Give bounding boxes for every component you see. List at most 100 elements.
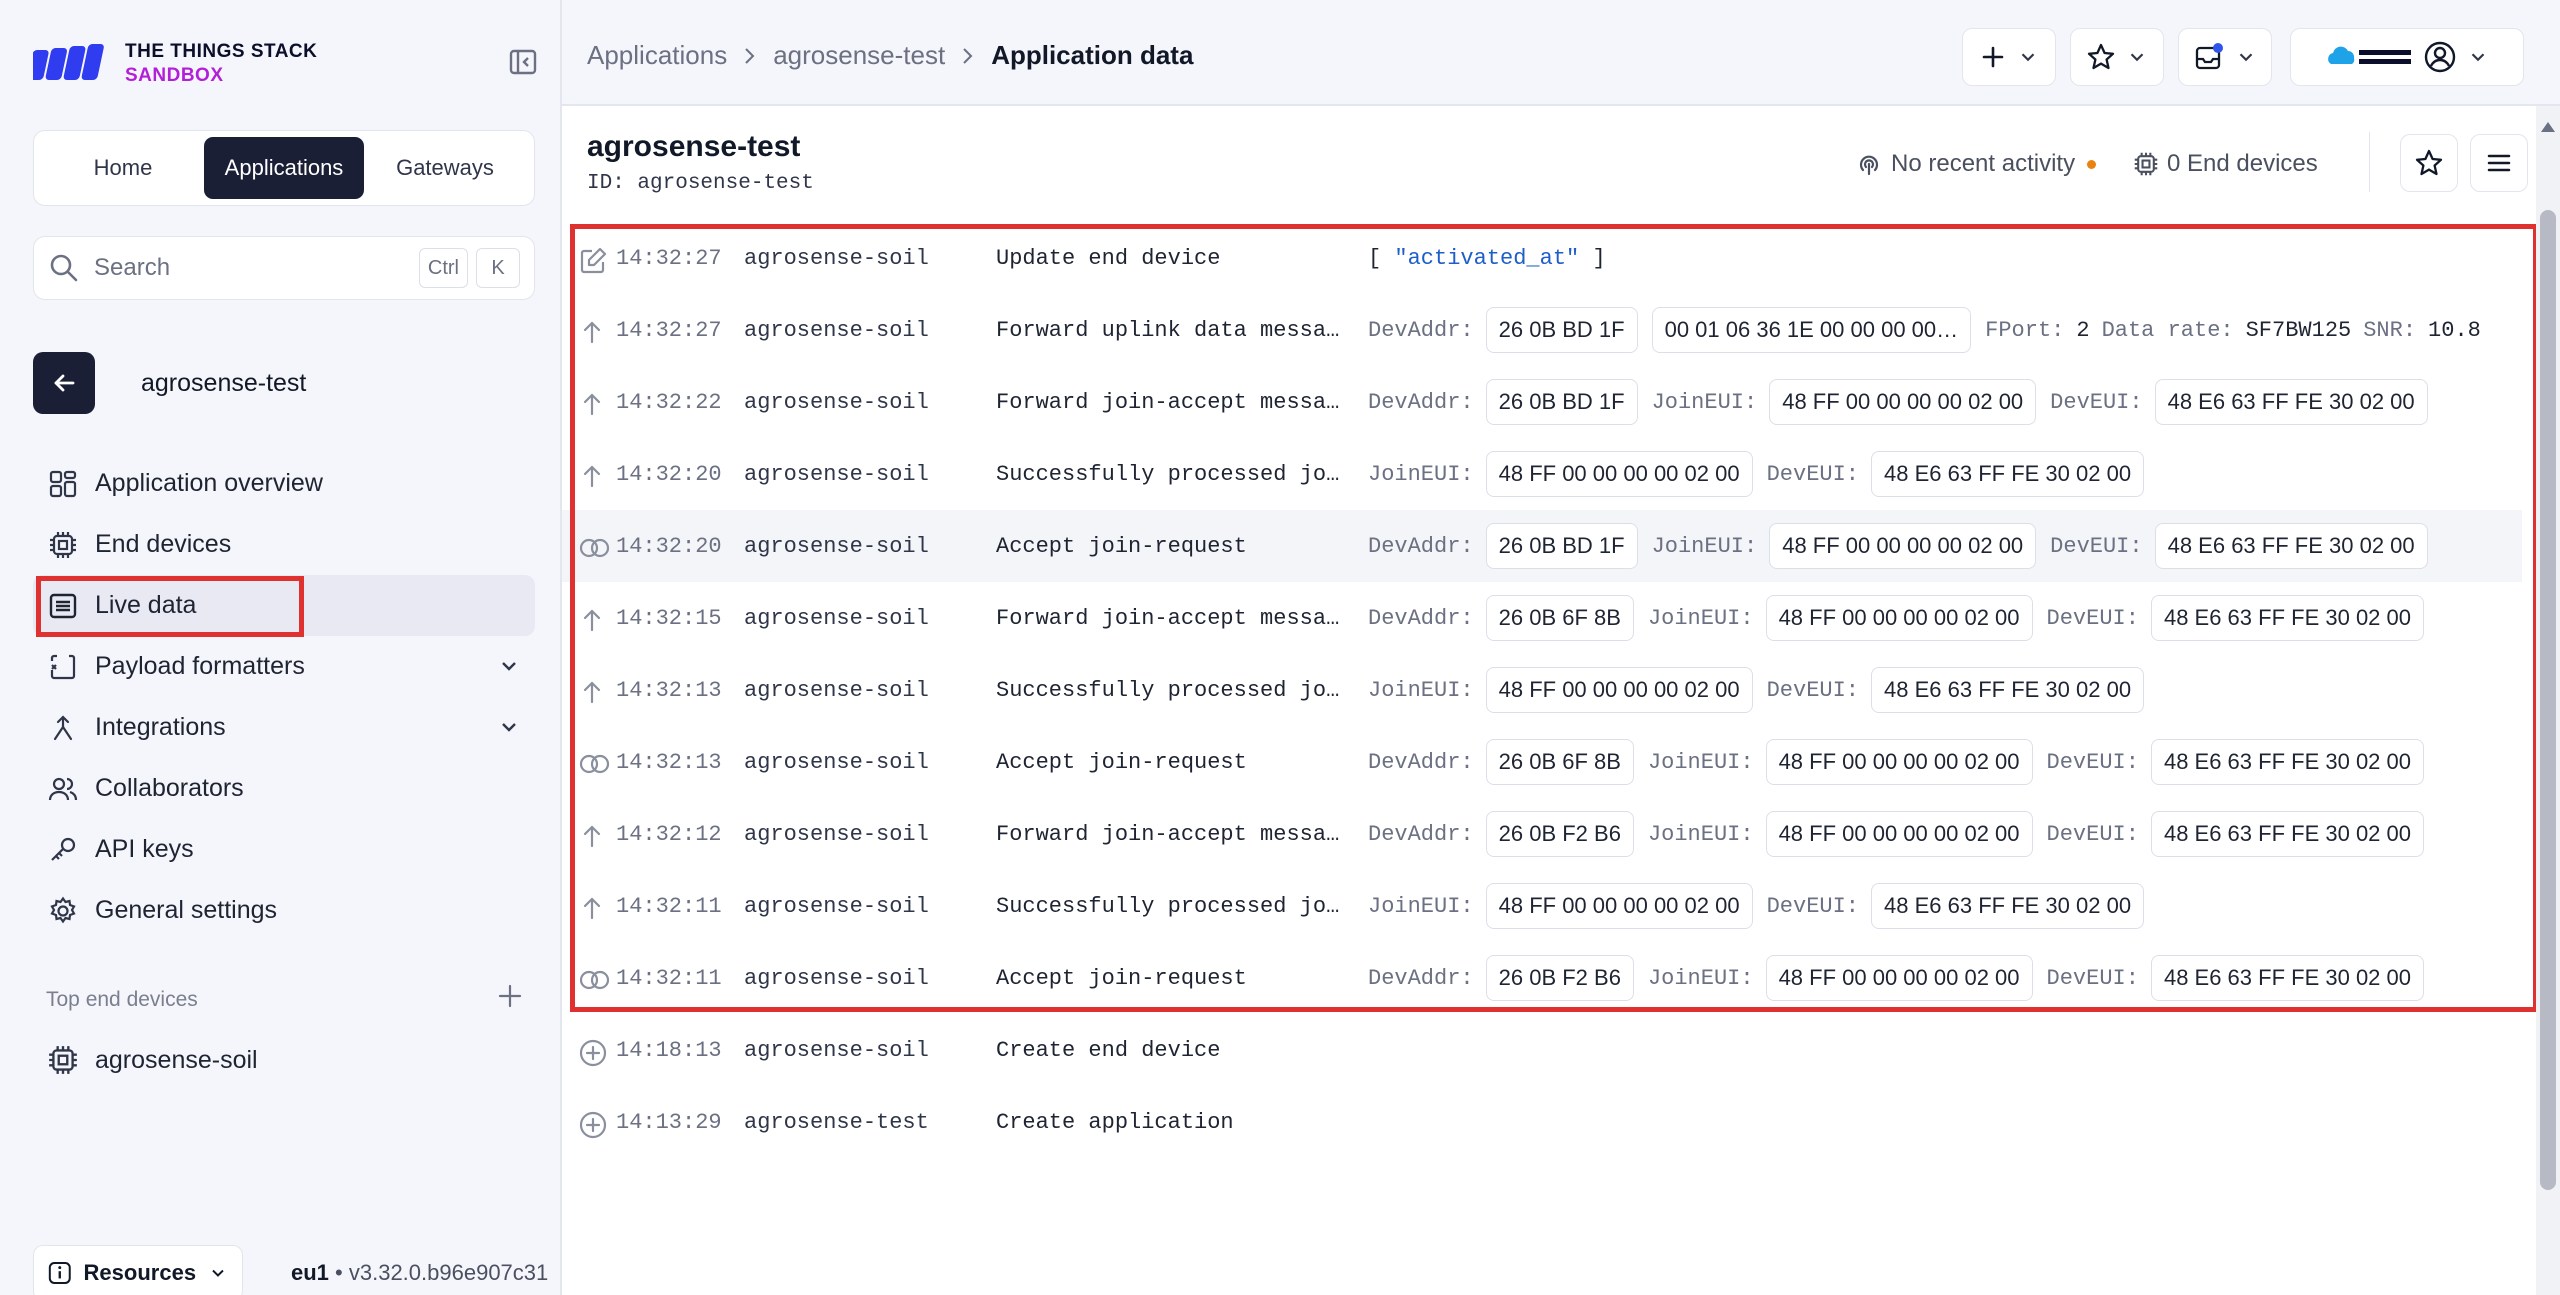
field-value-chip[interactable]: 48 FF 00 00 00 00 02 00 — [1485, 451, 1753, 497]
field-value-chip[interactable]: 48 FF 00 00 00 00 02 00 — [1765, 955, 2033, 1001]
event-device[interactable]: agrosense-soil — [744, 678, 929, 703]
event-row[interactable]: 14:32:27 agrosense-soil Update end device [… — [562, 222, 2522, 294]
field-label: DevAddr: — [1368, 821, 1474, 847]
field-value-chip[interactable]: 26 0B F2 B6 — [1485, 955, 1634, 1001]
field-value-chip[interactable]: 26 0B 6F 8B — [1485, 739, 1634, 785]
field-value-chip[interactable]: 48 E6 63 FF FE 30 02 00 — [2154, 523, 2428, 569]
field-value-chip[interactable]: 48 E6 63 FF FE 30 02 00 — [1871, 451, 2145, 497]
add-icon[interactable] — [496, 982, 524, 1010]
field-value-chip[interactable]: 48 FF 00 00 00 00 02 00 — [1769, 523, 2037, 569]
tab-applications[interactable]: Applications — [204, 137, 364, 199]
tab-gateways[interactable]: Gateways — [364, 137, 526, 199]
sidebar-item-payload-formatters[interactable]: Payload formatters — [33, 636, 535, 697]
brand-line1: THE THINGS STACK — [125, 41, 318, 62]
field-value-chip[interactable]: 48 E6 63 FF FE 30 02 00 — [1871, 883, 2145, 929]
chevron-right-icon — [745, 47, 755, 64]
event-name: Forward join-accept message — [996, 389, 1352, 415]
event-device[interactable]: agrosense-soil — [744, 966, 929, 991]
event-row[interactable]: 14:32:20 agrosense-soil Accept join-reques… — [562, 510, 2522, 582]
chip-icon — [2134, 152, 2158, 176]
event-row[interactable]: 14:32:15 agrosense-soil Forward join-accep… — [562, 582, 2522, 654]
event-device[interactable]: agrosense-soil — [744, 750, 929, 775]
users-icon — [47, 773, 79, 805]
sidebar-item-end-devices[interactable]: End devices — [33, 514, 535, 575]
event-device[interactable]: agrosense-soil — [744, 246, 929, 271]
back-button[interactable] — [33, 352, 95, 414]
event-device[interactable]: agrosense-soil — [744, 1038, 929, 1063]
field-value-chip[interactable]: 48 E6 63 FF FE 30 02 00 — [2150, 811, 2424, 857]
event-device[interactable]: agrosense-soil — [744, 894, 929, 919]
collapse-sidebar-button[interactable] — [505, 44, 541, 80]
sidebar-item-general-settings[interactable]: General settings — [33, 880, 535, 941]
event-device[interactable]: agrosense-soil — [744, 822, 929, 847]
field-value-chip[interactable]: 26 0B BD 1F — [1485, 379, 1638, 425]
event-row[interactable]: 14:32:11 agrosense-soil Accept join-reques… — [562, 942, 2522, 1014]
event-fields: DevAddr: 26 0B 6F 8B JoinEUI: 48 FF 00 00 0… — [1368, 595, 2438, 641]
chevron-down-icon — [502, 723, 516, 732]
field-value-chip[interactable]: 48 E6 63 FF FE 30 02 00 — [2154, 379, 2428, 425]
add-menu-button[interactable] — [1962, 28, 2056, 86]
bookmarks-menu-button[interactable] — [2070, 28, 2164, 86]
event-device[interactable]: agrosense-soil — [744, 606, 929, 631]
top-device-item[interactable]: agrosense-soil — [47, 1044, 258, 1076]
field-value-chip[interactable]: 26 0B BD 1F — [1485, 307, 1638, 353]
field-value-chip[interactable]: 48 FF 00 00 00 00 02 00 — [1769, 379, 2037, 425]
event-device[interactable]: agrosense-test — [744, 1110, 929, 1135]
sidebar-item-application-overview[interactable]: Application overview — [33, 453, 535, 514]
event-row[interactable]: 14:32:13 agrosense-soil Accept join-reques… — [562, 726, 2522, 798]
event-device[interactable]: agrosense-soil — [744, 534, 929, 559]
field-value-chip[interactable]: 48 E6 63 FF FE 30 02 00 — [2150, 955, 2424, 1001]
field-label: DevEUI: — [2050, 389, 2143, 415]
event-row[interactable]: 14:32:13 agrosense-soil Successfully proce… — [562, 654, 2522, 726]
brand-logo[interactable]: THE THINGS STACK SANDBOX — [33, 40, 317, 88]
scrollbar-thumb[interactable] — [2540, 210, 2556, 1190]
sidebar-item-collaborators[interactable]: Collaborators — [33, 758, 535, 819]
sidebar-item-integrations[interactable]: Integrations — [33, 697, 535, 758]
account-menu-button[interactable] — [2290, 28, 2524, 86]
field-label: JoinEUI: — [1647, 965, 1754, 991]
broadcast-icon — [1859, 155, 1879, 176]
bookmark-button[interactable] — [2400, 134, 2458, 192]
event-row[interactable]: 14:32:27 agrosense-soil Forward uplink dat… — [562, 294, 2522, 366]
application-nav: Application overview End devices Live da… — [33, 453, 535, 941]
event-name: Successfully processed joi… — [996, 461, 1352, 487]
event-device[interactable]: agrosense-soil — [744, 462, 929, 487]
event-row[interactable]: 14:32:22 agrosense-soil Forward join-accep… — [562, 366, 2522, 438]
event-fields: DevAddr: 26 0B BD 1F 00 01 06 36 1E 00 00 … — [1368, 307, 2493, 353]
event-fields: JoinEUI: 48 FF 00 00 00 00 02 00 DevEUI: 48… — [1368, 883, 2158, 929]
end-devices-count[interactable]: 0 End devices — [2133, 150, 2318, 178]
breadcrumb-application[interactable]: agrosense-test — [773, 40, 945, 71]
event-row[interactable]: 14:32:11 agrosense-soil Successfully proce… — [562, 870, 2522, 942]
field-value-chip[interactable]: 48 FF 00 00 00 00 02 00 — [1765, 811, 2033, 857]
field-value-chip[interactable]: 48 FF 00 00 00 00 02 00 — [1485, 883, 1753, 929]
search-input[interactable]: Search Ctrl K — [33, 236, 535, 300]
field-value-chip[interactable]: 48 E6 63 FF FE 30 02 00 — [2150, 739, 2424, 785]
event-row[interactable]: 14:32:20 agrosense-soil Successfully proce… — [562, 438, 2522, 510]
resources-button[interactable]: Resources — [33, 1245, 243, 1295]
event-row[interactable]: 14:32:12 agrosense-soil Forward join-accep… — [562, 798, 2522, 870]
chevron-down-icon — [2021, 53, 2035, 62]
field-value-chip[interactable]: 48 FF 00 00 00 00 02 00 — [1765, 739, 2033, 785]
field-value-chip[interactable]: 26 0B F2 B6 — [1485, 811, 1634, 857]
notifications-menu-button[interactable] — [2178, 28, 2272, 86]
field-value-chip[interactable]: 48 FF 00 00 00 00 02 00 — [1765, 595, 2033, 641]
chevron-down-icon — [2130, 53, 2144, 62]
field-value-chip[interactable]: 48 E6 63 FF FE 30 02 00 — [2150, 595, 2424, 641]
event-row[interactable]: 14:18:13 agrosense-soil Create end device — [562, 1014, 2522, 1086]
breadcrumb-applications[interactable]: Applications — [587, 40, 727, 71]
event-row[interactable]: 14:13:29 agrosense-test Create application — [562, 1086, 2522, 1158]
event-device[interactable]: agrosense-soil — [744, 390, 929, 415]
chevron-down-icon — [212, 1269, 224, 1277]
scroll-up-icon[interactable] — [2540, 120, 2556, 134]
event-device[interactable]: agrosense-soil — [744, 318, 929, 343]
field-value-chip[interactable]: 48 FF 00 00 00 00 02 00 — [1485, 667, 1753, 713]
tab-home[interactable]: Home — [42, 137, 204, 199]
field-value-chip[interactable]: 48 E6 63 FF FE 30 02 00 — [1871, 667, 2145, 713]
field-value-chip[interactable]: 00 01 06 36 1E 00 00 00 00… — [1651, 307, 1972, 353]
event-name: Accept join-request — [996, 749, 1247, 775]
more-menu-button[interactable] — [2470, 134, 2528, 192]
sidebar-item-api-keys[interactable]: API keys — [33, 819, 535, 880]
field-value-chip[interactable]: 26 0B BD 1F — [1485, 523, 1638, 569]
field-value-chip[interactable]: 26 0B 6F 8B — [1485, 595, 1634, 641]
grid-icon — [47, 468, 79, 500]
